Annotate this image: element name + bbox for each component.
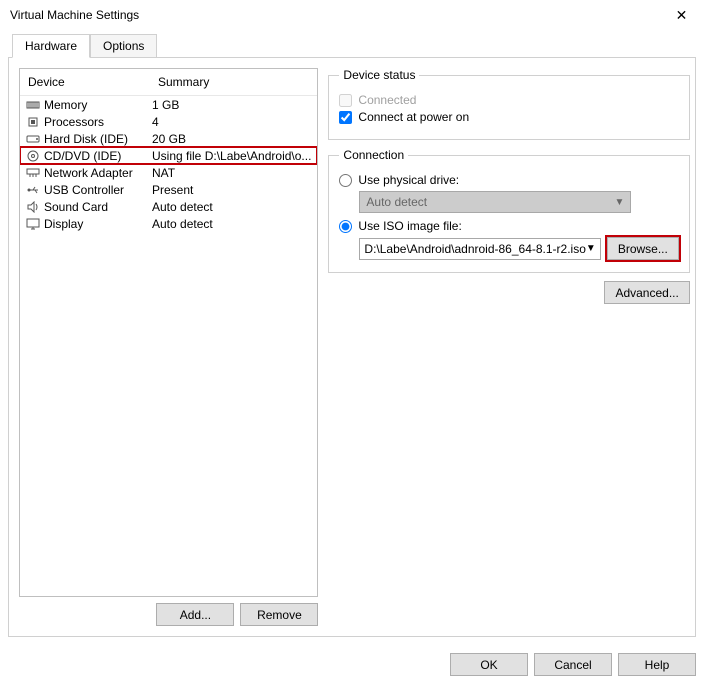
device-summary: 4 <box>152 115 315 129</box>
row-usb[interactable]: USB Controller Present <box>20 181 317 198</box>
device-summary: Using file D:\Labe\Android\o... <box>152 149 315 163</box>
device-summary: Auto detect <box>152 217 315 231</box>
remove-button[interactable]: Remove <box>240 603 318 626</box>
help-button[interactable]: Help <box>618 653 696 676</box>
iso-label: Use ISO image file: <box>358 219 461 233</box>
row-processors[interactable]: Processors 4 <box>20 113 317 130</box>
connected-label: Connected <box>358 93 416 107</box>
chevron-down-icon: ▼ <box>615 197 625 208</box>
row-memory[interactable]: Memory 1 GB <box>20 96 317 113</box>
connection-legend: Connection <box>339 148 408 162</box>
close-icon[interactable]: ✕ <box>659 0 704 30</box>
device-label: CD/DVD (IDE) <box>44 149 121 163</box>
browse-button[interactable]: Browse... <box>607 237 679 260</box>
usb-icon <box>26 184 40 196</box>
display-icon <box>26 218 40 230</box>
settings-column: Device status Connected Connect at power… <box>318 68 689 626</box>
disk-icon <box>26 133 40 145</box>
device-summary: 1 GB <box>152 98 315 112</box>
device-label: Memory <box>44 98 87 112</box>
add-button[interactable]: Add... <box>156 603 234 626</box>
row-cddvd[interactable]: CD/DVD (IDE) Using file D:\Labe\Android\… <box>20 147 317 164</box>
connection-group: Connection Use physical drive: Auto dete… <box>328 148 689 273</box>
chevron-down-icon: ▼ <box>586 243 596 254</box>
iso-radio[interactable] <box>339 220 352 233</box>
network-icon <box>26 167 40 179</box>
row-sound[interactable]: Sound Card Auto detect <box>20 198 317 215</box>
device-label: Display <box>44 217 83 231</box>
cancel-button[interactable]: Cancel <box>534 653 612 676</box>
tab-hardware[interactable]: Hardware <box>12 34 90 58</box>
tab-panel: Device Summary Memory 1 GB Processors 4 <box>8 57 696 637</box>
list-header: Device Summary <box>20 69 317 96</box>
physical-drive-combo: Auto detect ▼ <box>359 191 631 213</box>
title-bar: Virtual Machine Settings ✕ <box>0 0 704 30</box>
device-summary: NAT <box>152 166 315 180</box>
device-label: Network Adapter <box>44 166 133 180</box>
power-on-checkbox[interactable] <box>339 111 352 124</box>
row-harddisk[interactable]: Hard Disk (IDE) 20 GB <box>20 130 317 147</box>
physical-drive-value: Auto detect <box>366 195 427 209</box>
device-buttons: Add... Remove <box>19 603 318 626</box>
cpu-icon <box>26 116 40 128</box>
device-column: Device Summary Memory 1 GB Processors 4 <box>19 68 318 626</box>
memory-icon <box>26 99 40 111</box>
row-network[interactable]: Network Adapter NAT <box>20 164 317 181</box>
device-summary: Present <box>152 183 315 197</box>
cd-icon <box>26 150 40 162</box>
iso-path-combo[interactable]: D:\Labe\Android\adnroid-86_64-8.1-r2.iso… <box>359 238 600 260</box>
advanced-button[interactable]: Advanced... <box>604 281 689 304</box>
tab-strip: Hardware Options <box>0 34 704 58</box>
device-status-legend: Device status <box>339 68 419 82</box>
connected-checkbox <box>339 94 352 107</box>
device-list[interactable]: Device Summary Memory 1 GB Processors 4 <box>19 68 318 597</box>
sound-icon <box>26 201 40 213</box>
device-summary: 20 GB <box>152 132 315 146</box>
device-label: Sound Card <box>44 200 108 214</box>
iso-path-value: D:\Labe\Android\adnroid-86_64-8.1-r2.iso <box>364 242 585 256</box>
power-on-label: Connect at power on <box>358 110 469 124</box>
physical-drive-radio[interactable] <box>339 174 352 187</box>
header-device[interactable]: Device <box>20 69 150 95</box>
physical-drive-label: Use physical drive: <box>358 173 459 187</box>
row-display[interactable]: Display Auto detect <box>20 215 317 232</box>
header-summary[interactable]: Summary <box>150 69 217 95</box>
device-label: Hard Disk (IDE) <box>44 132 128 146</box>
ok-button[interactable]: OK <box>450 653 528 676</box>
device-label: Processors <box>44 115 104 129</box>
window-title: Virtual Machine Settings <box>10 8 659 22</box>
device-label: USB Controller <box>44 183 124 197</box>
device-summary: Auto detect <box>152 200 315 214</box>
device-status-group: Device status Connected Connect at power… <box>328 68 689 140</box>
dialog-footer: OK Cancel Help <box>450 653 696 676</box>
tab-options[interactable]: Options <box>90 34 157 58</box>
